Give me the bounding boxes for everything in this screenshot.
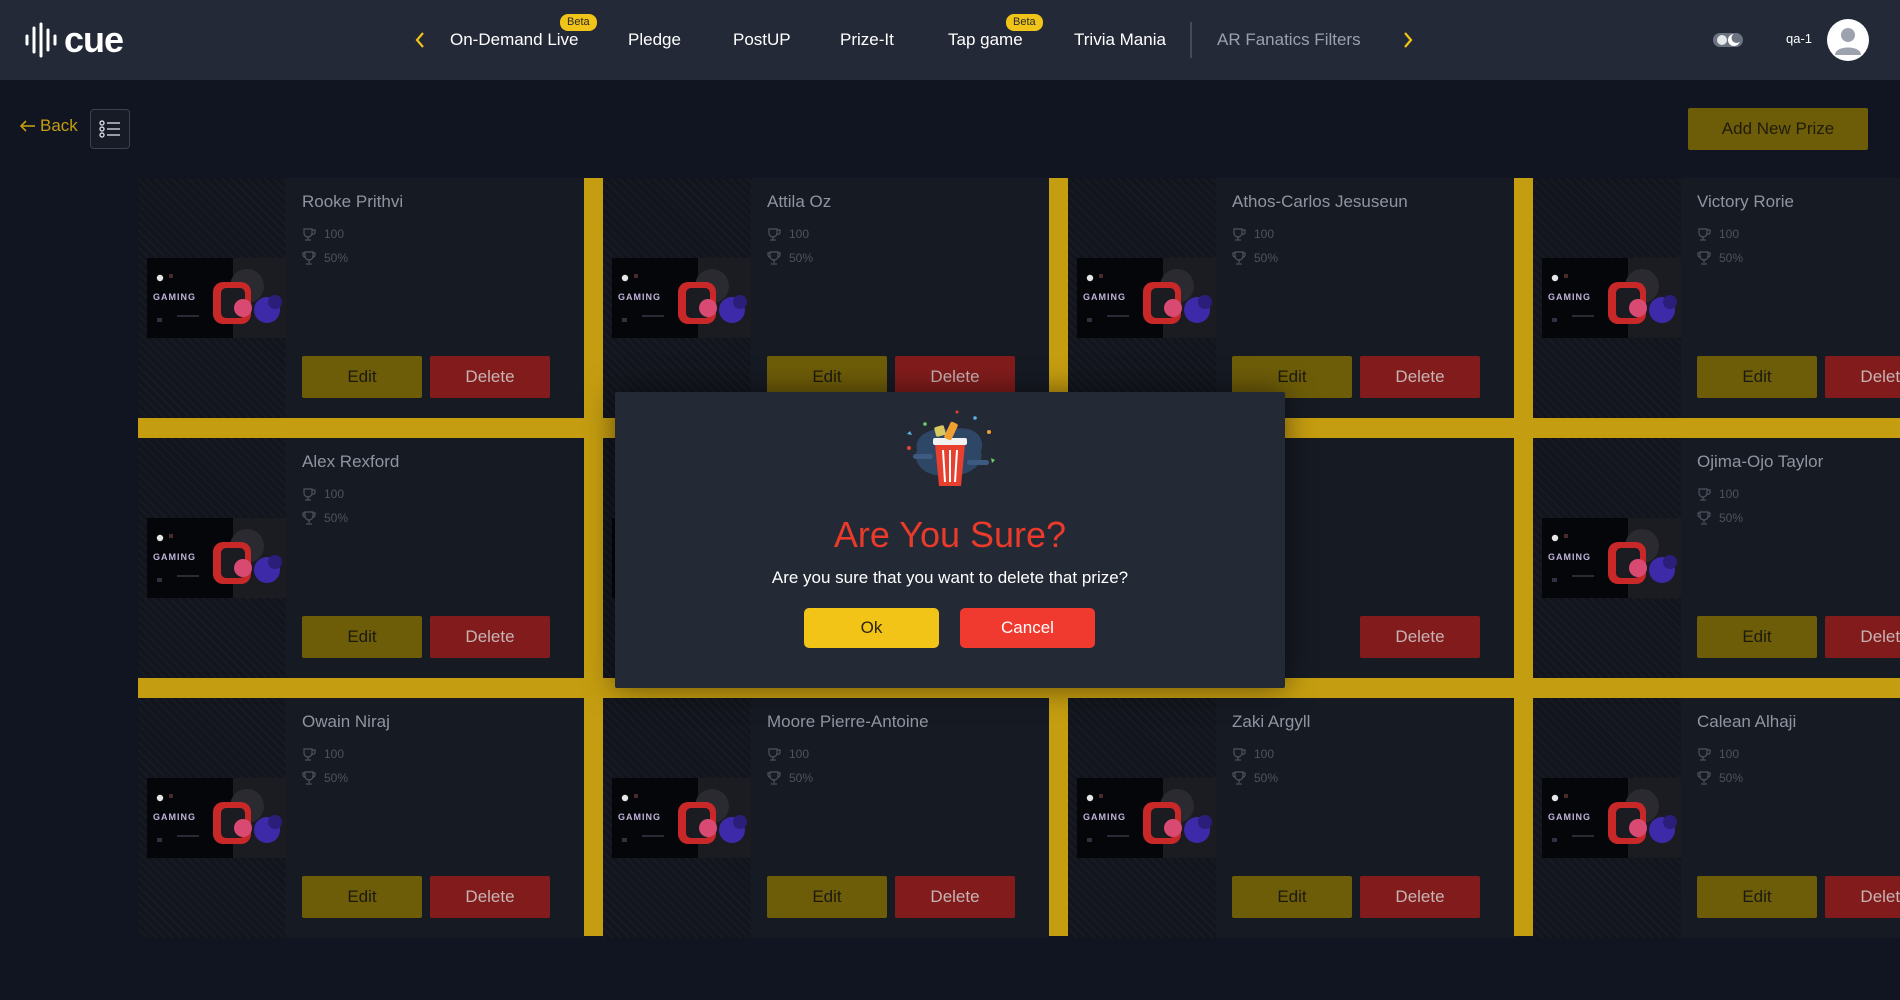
nav-scroll-right-button[interactable]: [1394, 26, 1422, 54]
nav-tab-label: Tap game: [948, 30, 1023, 49]
trash-bin-illustration: [895, 404, 1005, 494]
beta-badge: Beta: [1006, 14, 1043, 31]
nav-tab-label: Prize-It: [840, 30, 894, 49]
user-icon: [1835, 28, 1861, 55]
list-view-icon: [99, 120, 120, 138]
soundwave-logo-icon: [25, 22, 57, 58]
nav-divider: [1190, 22, 1192, 58]
chevron-left-icon: [415, 32, 424, 48]
nav-tab-ar-fanatics-filters[interactable]: AR Fanatics Filters: [1217, 0, 1361, 80]
back-link[interactable]: Back: [20, 116, 78, 136]
add-new-prize-button[interactable]: Add New Prize: [1688, 108, 1868, 150]
cancel-button[interactable]: Cancel: [960, 608, 1095, 648]
nav-tab-label: AR Fanatics Filters: [1217, 30, 1361, 49]
nav-tab-pledge[interactable]: Pledge: [628, 0, 681, 80]
user-avatar[interactable]: [1827, 19, 1869, 61]
modal-title: Are You Sure?: [833, 514, 1067, 555]
logo-text: cue: [64, 19, 124, 60]
dark-mode-toggle-icon: [1713, 33, 1743, 47]
nav-tab-label: Pledge: [628, 30, 681, 49]
nav-tab-prize-it[interactable]: Prize-It: [840, 0, 894, 80]
arrow-left-icon: [20, 120, 35, 132]
modal-message: Are you sure that you want to delete tha…: [771, 568, 1129, 587]
nav-scroll-left-button[interactable]: [406, 26, 434, 54]
beta-badge: Beta: [560, 14, 597, 31]
back-label: Back: [40, 116, 78, 135]
cue-logo[interactable]: cue: [24, 19, 124, 60]
user-name[interactable]: qa-1: [1786, 31, 1812, 46]
nav-tab-label: On-Demand Live: [450, 30, 579, 49]
top-navigation-bar: cue On-Demand Live Beta Pledge PostUP Pr…: [0, 0, 1900, 80]
delete-confirmation-modal: Are You Sure? Are you sure that you want…: [615, 392, 1285, 688]
nav-tab-label: Trivia Mania: [1074, 30, 1166, 49]
nav-tab-label: PostUP: [733, 30, 791, 49]
ok-button[interactable]: Ok: [804, 608, 939, 648]
chevron-right-icon: [1404, 32, 1413, 48]
list-view-button[interactable]: [90, 109, 130, 149]
trash-bin-icon: [907, 410, 995, 486]
nav-tab-on-demand-live[interactable]: On-Demand Live Beta: [450, 0, 597, 80]
nav-tab-tap-game[interactable]: Tap game Beta: [948, 0, 1043, 80]
theme-toggle[interactable]: [1712, 30, 1744, 50]
nav-tab-trivia-mania[interactable]: Trivia Mania: [1074, 0, 1166, 80]
nav-tab-postup[interactable]: PostUP: [733, 0, 791, 80]
